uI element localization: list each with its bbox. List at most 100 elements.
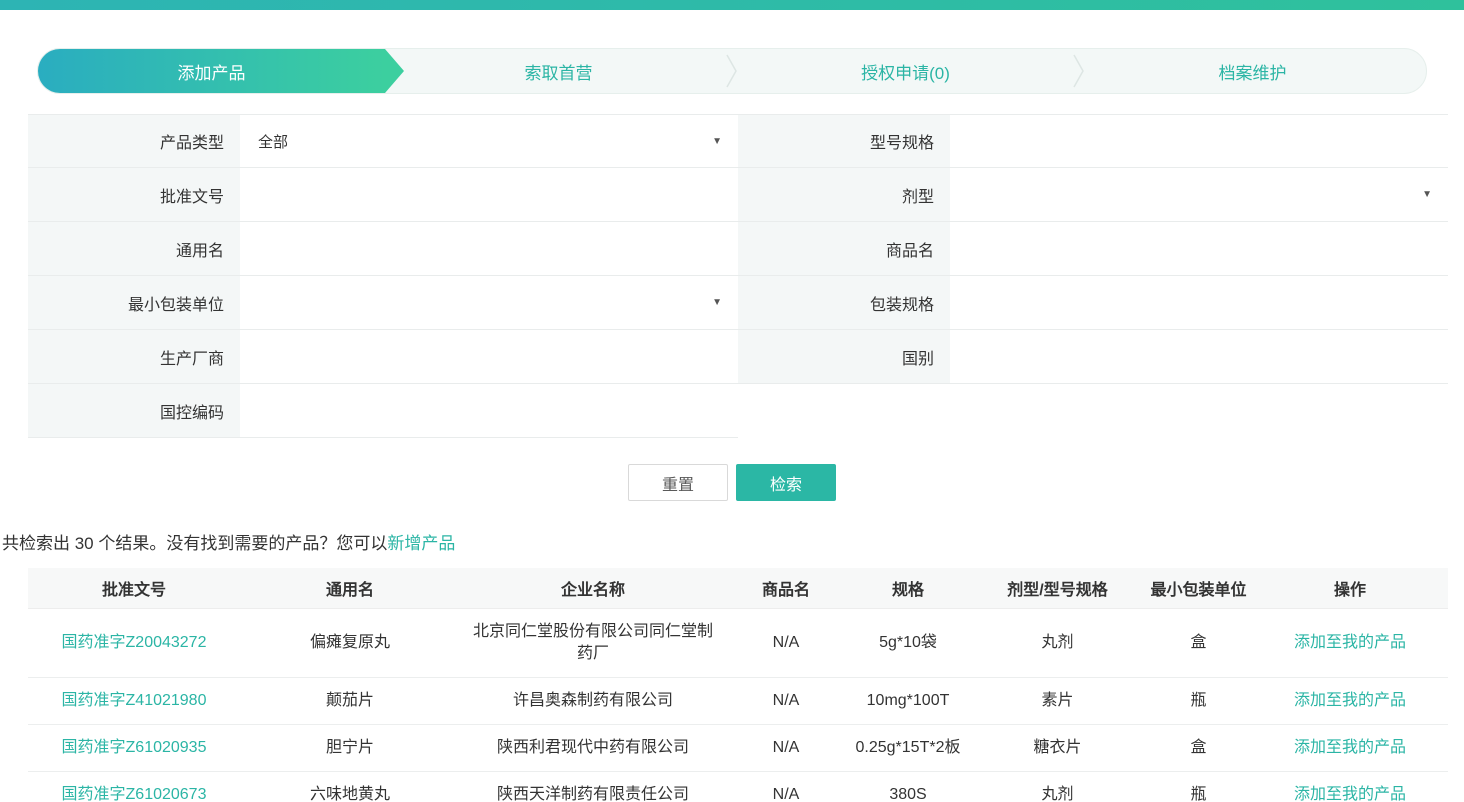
company-name-cell: 陕西天洋制药有限责任公司 [460,771,726,802]
product-search-form: 产品类型▼批准文号通用名最小包装单位▼生产厂商国控编码 型号规格剂型▼商品名包装… [28,114,1448,438]
add-to-my-products-link[interactable]: 添加至我的产品 [1294,786,1406,802]
results-summary-text: 共检索出 30 个结果。没有找到需要的产品？您可以 [2,534,387,553]
approval-number-link[interactable]: 国药准字Z61020935 [62,739,207,756]
package-unit-cell: 瓶 [1145,771,1252,802]
product-type-field: ▼ [240,115,738,167]
brand-name-input[interactable] [950,222,1448,275]
dosage-form-field: ▼ [950,168,1448,221]
generic-name-cell: 六味地黄丸 [240,771,460,802]
model-spec-input[interactable] [950,115,1448,167]
step-label: 档案维护 [1219,59,1287,84]
dosage-form-select[interactable] [950,168,1448,221]
manufacturer-field [240,330,738,383]
min-package-unit-select[interactable] [240,276,738,329]
generic-name-cell: 颠茄片 [240,677,460,724]
package-unit-cell: 瓶 [1145,677,1252,724]
spec-cell: 5g*10袋 [846,608,970,677]
form-row-approval-number: 批准文号 [28,168,738,222]
country-field [950,330,1448,383]
table-row: 国药准字Z20043272 偏瘫复原丸 北京同仁堂股份有限公司同仁堂制药厂 N/… [28,608,1448,677]
form-row-manufacturer: 生产厂商 [28,330,738,384]
min-package-unit-field: ▼ [240,276,738,329]
min-package-unit-label: 最小包装单位 [28,276,240,329]
package-spec-input[interactable] [950,276,1448,329]
package-unit-cell: 盒 [1145,724,1252,771]
column-header: 剂型/型号规格 [970,568,1145,608]
generic-name-field [240,222,738,275]
brand-name-cell: N/A [726,608,846,677]
results-table: 批准文号通用名企业名称商品名规格剂型/型号规格最小包装单位操作 国药准字Z200… [28,568,1448,802]
step-tab-add-product[interactable]: 添加产品 [38,49,385,93]
add-to-my-products-link[interactable]: 添加至我的产品 [1294,692,1406,709]
results-summary: 共检索出 30 个结果。没有找到需要的产品？您可以新增产品 [2,529,1464,554]
generic-name-input[interactable] [240,222,738,275]
package-spec-label: 包装规格 [738,276,950,329]
model-spec-label: 型号规格 [738,115,950,167]
product-type-select[interactable] [240,115,738,167]
brand-name-cell: N/A [726,724,846,771]
column-header: 操作 [1252,568,1448,608]
reset-button[interactable]: 重置 [628,464,728,501]
step-tab-archive[interactable]: 档案维护 [1079,49,1426,93]
column-header: 商品名 [726,568,846,608]
generic-name-cell: 胆宁片 [240,724,460,771]
model-spec-field [950,115,1448,167]
generic-name-cell: 偏瘫复原丸 [240,608,460,677]
form-row-dosage-form: 剂型▼ [738,168,1448,222]
company-name-cell: 北京同仁堂股份有限公司同仁堂制药厂 [460,608,726,677]
approval-number-label: 批准文号 [28,168,240,221]
form-right-column: 型号规格剂型▼商品名包装规格国别 [738,114,1448,438]
dosage-form-cell: 丸剂 [970,771,1145,802]
form-row-min-package-unit: 最小包装单位▼ [28,276,738,330]
step-label: 授权申请(0) [861,59,950,84]
form-row-model-spec: 型号规格 [738,114,1448,168]
country-input[interactable] [950,330,1448,383]
dosage-form-cell: 糖衣片 [970,724,1145,771]
column-header: 规格 [846,568,970,608]
national-code-input[interactable] [240,384,738,437]
package-spec-field [950,276,1448,329]
form-row-generic-name: 通用名 [28,222,738,276]
spec-cell: 0.25g*15T*2板 [846,724,970,771]
product-type-label: 产品类型 [28,115,240,167]
table-row: 国药准字Z41021980 颠茄片 许昌奥森制药有限公司 N/A 10mg*10… [28,677,1448,724]
column-header: 通用名 [240,568,460,608]
dosage-form-cell: 素片 [970,677,1145,724]
approval-number-link[interactable]: 国药准字Z41021980 [62,692,207,709]
column-header: 最小包装单位 [1145,568,1252,608]
brand-name-cell: N/A [726,677,846,724]
table-row: 国药准字Z61020673 六味地黄丸 陕西天洋制药有限责任公司 N/A 380… [28,771,1448,802]
add-to-my-products-link[interactable]: 添加至我的产品 [1294,634,1406,651]
country-label: 国别 [738,330,950,383]
package-unit-cell: 盒 [1145,608,1252,677]
company-name-cell: 许昌奥森制药有限公司 [460,677,726,724]
approval-number-input[interactable] [240,168,738,221]
brand-name-field [950,222,1448,275]
approval-number-link[interactable]: 国药准字Z61020673 [62,786,207,802]
form-row-product-type: 产品类型▼ [28,114,738,168]
steps-bar: 添加产品索取首营 授权申请(0) 档案维护 [37,48,1427,94]
results-header-row: 批准文号通用名企业名称商品名规格剂型/型号规格最小包装单位操作 [28,568,1448,608]
national-code-field [240,384,738,437]
dosage-form-label: 剂型 [738,168,950,221]
brand-name-label: 商品名 [738,222,950,275]
table-row: 国药准字Z61020935 胆宁片 陕西利君现代中药有限公司 N/A 0.25g… [28,724,1448,771]
dosage-form-cell: 丸剂 [970,608,1145,677]
generic-name-label: 通用名 [28,222,240,275]
new-product-link[interactable]: 新增产品 [387,534,455,553]
top-accent-bar [0,0,1464,10]
form-row-country: 国别 [738,330,1448,384]
form-row-national-code: 国控编码 [28,384,738,438]
step-tab-request-first[interactable]: 索取首营 [385,49,732,93]
approval-number-link[interactable]: 国药准字Z20043272 [62,634,207,651]
form-left-column: 产品类型▼批准文号通用名最小包装单位▼生产厂商国控编码 [28,114,738,438]
add-to-my-products-link[interactable]: 添加至我的产品 [1294,739,1406,756]
approval-number-field [240,168,738,221]
step-tab-auth-apply[interactable]: 授权申请(0) [732,49,1079,93]
spec-cell: 10mg*100T [846,677,970,724]
search-button[interactable]: 检索 [736,464,836,501]
company-name-cell: 陕西利君现代中药有限公司 [460,724,726,771]
manufacturer-input[interactable] [240,330,738,383]
form-row-package-spec: 包装规格 [738,276,1448,330]
national-code-label: 国控编码 [28,384,240,437]
